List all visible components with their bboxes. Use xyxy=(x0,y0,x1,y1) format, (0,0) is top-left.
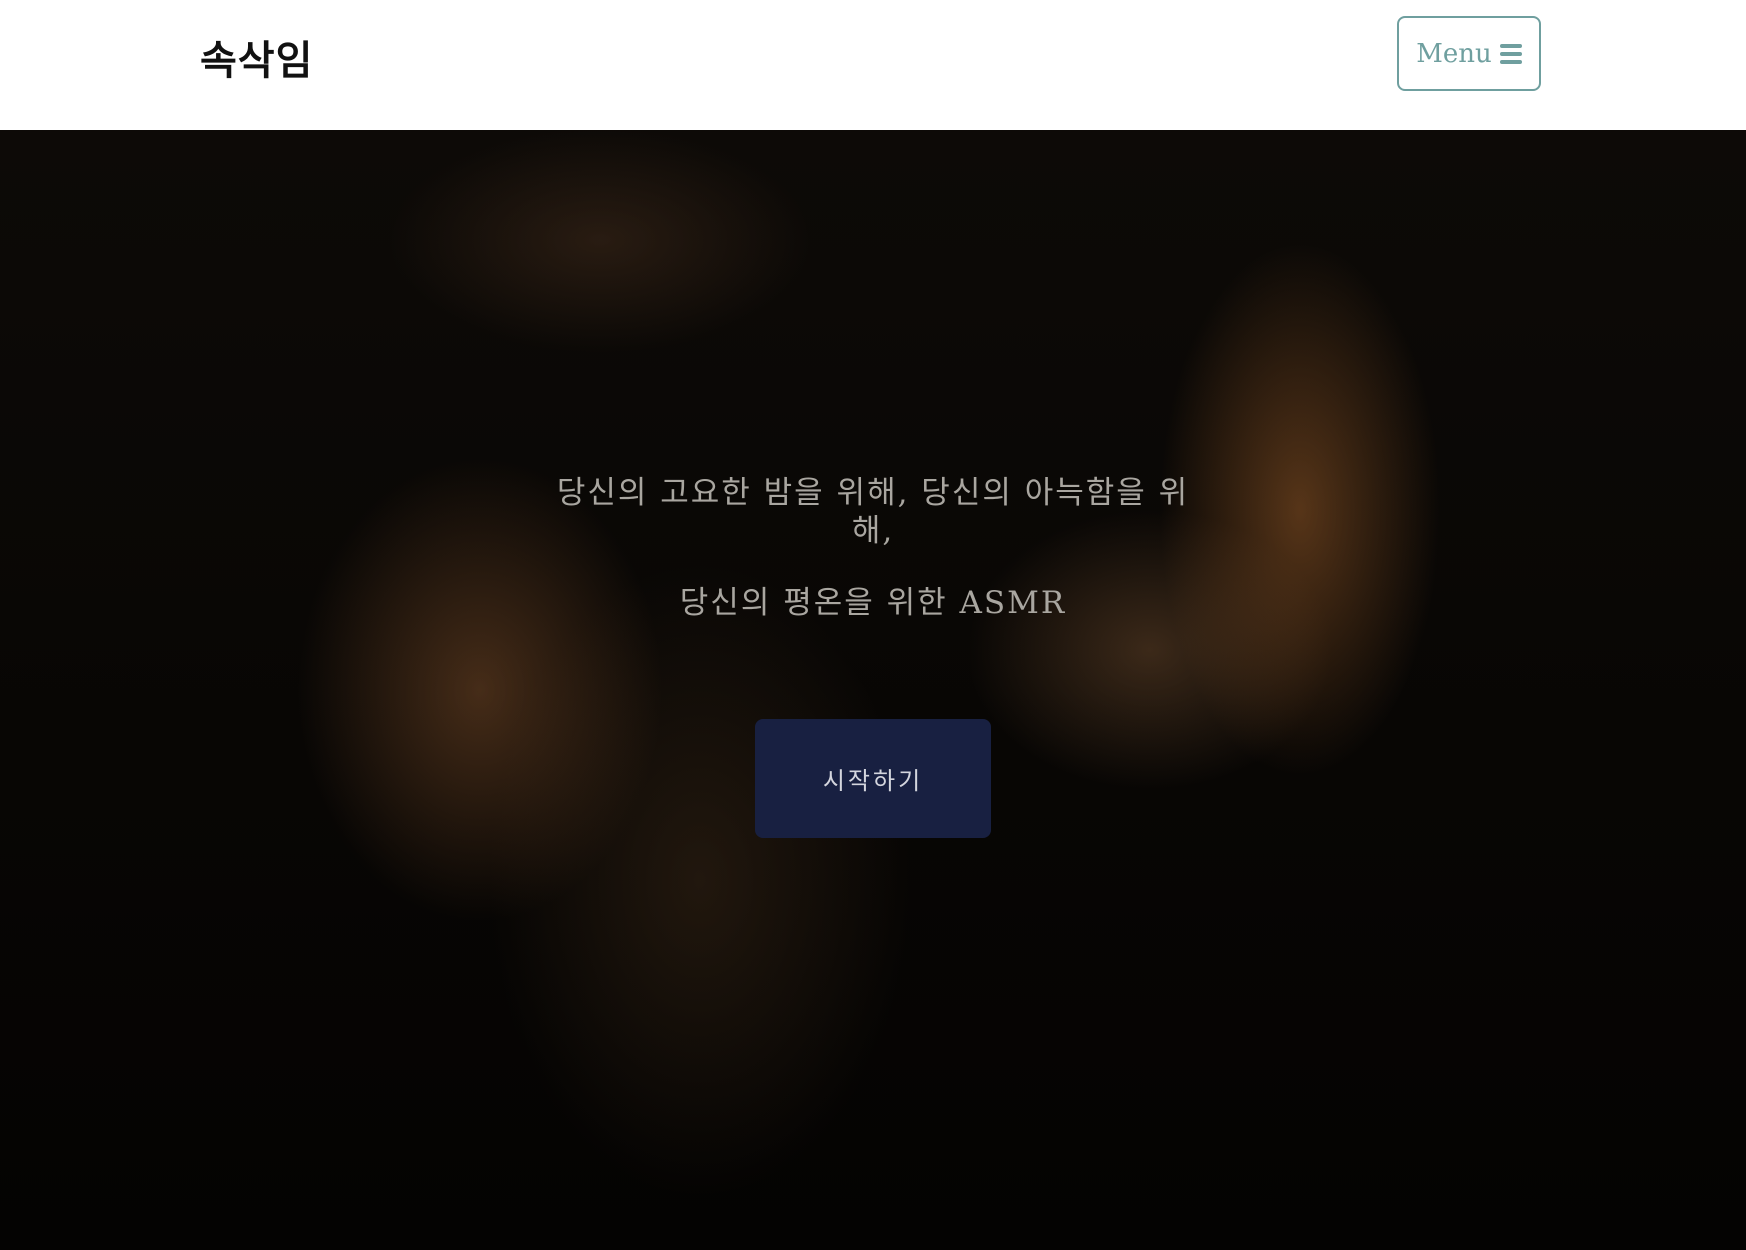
hamburger-icon xyxy=(1499,43,1522,64)
site-header: 속삭임 Menu xyxy=(0,0,1746,130)
site-logo[interactable]: 속삭임 xyxy=(200,28,313,86)
hero-section: 당신의 고요한 밤을 위해, 당신의 아늑함을 위해, 당신의 평온을 위한 A… xyxy=(0,130,1746,1250)
menu-button[interactable]: Menu xyxy=(1397,16,1541,91)
start-button[interactable]: 시작하기 xyxy=(755,719,991,838)
menu-label: Menu xyxy=(1416,38,1492,69)
hero-tagline-line2: 당신의 평온을 위한 ASMR xyxy=(679,585,1067,621)
hero-tagline-line1: 당신의 고요한 밤을 위해, 당신의 아늑함을 위해, xyxy=(556,475,1190,549)
